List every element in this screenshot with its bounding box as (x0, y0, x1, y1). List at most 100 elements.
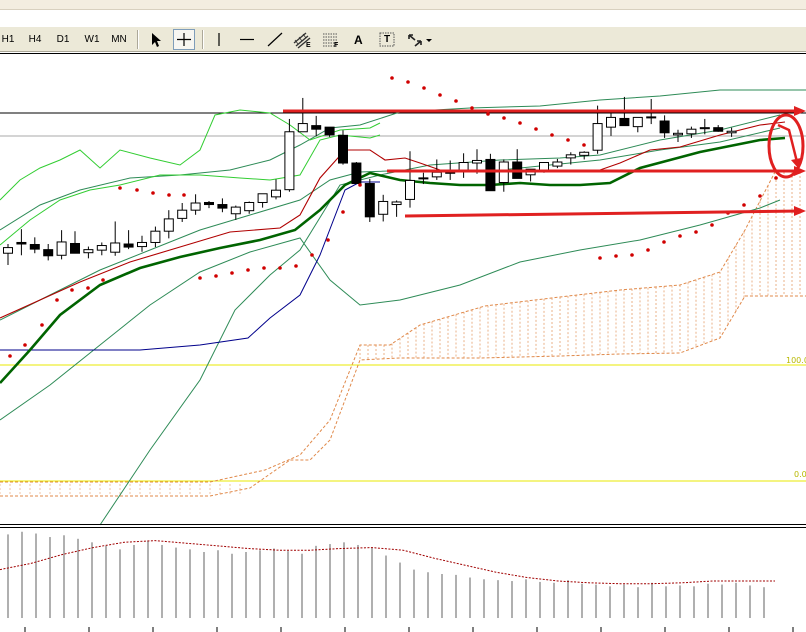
bullish-candle[interactable] (163, 218, 174, 232)
parabolic-sar-dot (534, 127, 538, 131)
parabolic-sar-dot (390, 76, 394, 80)
bullish-candle[interactable] (565, 154, 576, 159)
bullish-candle[interactable] (472, 159, 482, 164)
parabolic-sar-dot (470, 106, 474, 110)
bullish-candle[interactable] (539, 162, 549, 171)
bearish-candle[interactable] (659, 120, 670, 134)
bullish-candle[interactable] (405, 179, 415, 200)
parabolic-sar-dot (8, 354, 12, 358)
bullish-candle[interactable] (257, 193, 268, 203)
slow-moving-average-line (0, 136, 786, 384)
parabolic-sar-dot (86, 286, 90, 290)
bullish-candle[interactable] (646, 116, 657, 119)
bullish-candle[interactable] (83, 249, 94, 254)
parabolic-sar-dot (294, 264, 298, 268)
bullish-candle[interactable] (150, 230, 161, 243)
bullish-candle[interactable] (110, 242, 121, 253)
parabolic-sar-dot (214, 274, 218, 278)
parabolic-sar-dot (662, 240, 666, 244)
parabolic-sar-dot (358, 183, 362, 187)
bullish-candle[interactable] (552, 161, 563, 167)
bearish-candle[interactable] (311, 125, 322, 130)
bearish-candle[interactable] (338, 134, 348, 164)
parabolic-sar-dot (678, 234, 682, 238)
parabolic-sar-dot (486, 112, 490, 116)
parabolic-sar-dot (774, 176, 778, 180)
bullish-candle[interactable] (391, 201, 402, 206)
bearish-candle[interactable] (418, 177, 429, 180)
bullish-candle[interactable] (686, 128, 697, 135)
parabolic-sar-dot (230, 271, 234, 275)
bullish-candle[interactable] (190, 202, 201, 211)
parabolic-sar-dot (167, 193, 171, 197)
parabolic-sar-dot (710, 223, 714, 227)
parabolic-sar-dot (502, 116, 506, 120)
bullish-candle[interactable] (632, 116, 643, 128)
parabolic-sar-dot (310, 253, 314, 257)
bullish-candle[interactable] (673, 132, 683, 136)
bullish-candle[interactable] (177, 209, 188, 219)
bearish-candle[interactable] (364, 183, 375, 218)
bullish-candle[interactable] (297, 123, 308, 133)
bullish-candle[interactable] (378, 200, 389, 215)
parabolic-sar-dot (70, 288, 74, 292)
parabolic-sar-dot (438, 93, 442, 97)
signal-line (0, 540, 775, 585)
bearish-candle[interactable] (713, 127, 724, 132)
mid-band-line (0, 127, 781, 321)
bright-band-lower-line (0, 134, 381, 246)
bullish-candle[interactable] (230, 206, 241, 215)
bearish-candle[interactable] (217, 204, 228, 209)
parabolic-sar-dot (550, 133, 554, 137)
parabolic-sar-dot (135, 188, 139, 192)
parabolic-sar-dot (630, 253, 634, 257)
parabolic-sar-dot (326, 238, 330, 242)
parabolic-sar-dot (598, 256, 602, 260)
bullish-candle[interactable] (137, 241, 147, 248)
price-chart[interactable] (0, 0, 806, 632)
parabolic-sar-dot (198, 276, 202, 280)
bullish-candle[interactable] (96, 245, 107, 251)
bearish-candle[interactable] (123, 243, 134, 248)
parabolic-sar-dot (758, 194, 762, 198)
parabolic-sar-dot (246, 268, 250, 272)
bullish-candle[interactable] (606, 116, 616, 128)
bullish-candle[interactable] (271, 189, 281, 198)
cloud-lower-line (0, 295, 806, 497)
bearish-candle[interactable] (70, 242, 80, 254)
parabolic-sar-dot (646, 248, 650, 252)
bearish-candle[interactable] (485, 158, 496, 192)
bullish-candle[interactable] (699, 127, 710, 130)
parabolic-sar-dot (406, 80, 410, 84)
bearish-candle[interactable] (29, 244, 40, 250)
fib-level-0-label: 0.0 (794, 470, 806, 479)
parabolic-sar-dot (614, 254, 618, 258)
cloud-upper-line (0, 171, 776, 483)
bullish-candle[interactable] (244, 201, 255, 212)
parabolic-sar-dot (262, 266, 266, 270)
bright-band-upper-line (0, 109, 381, 201)
bearish-candle[interactable] (204, 201, 214, 206)
bearish-candle[interactable] (43, 249, 54, 257)
bearish-candle[interactable] (324, 126, 335, 136)
bullish-candle[interactable] (592, 123, 603, 151)
parabolic-sar-dot (454, 99, 458, 103)
bearish-candle[interactable] (351, 162, 362, 185)
bullish-candle[interactable] (726, 130, 737, 134)
bullish-candle[interactable] (3, 247, 13, 254)
bullish-candle[interactable] (56, 241, 67, 256)
bullish-candle[interactable] (579, 151, 590, 156)
parabolic-sar-dot (341, 210, 345, 214)
annotation-down-arrow (777, 123, 799, 163)
parabolic-sar-dot (518, 121, 522, 125)
annotation-arrowhead (794, 106, 806, 116)
parabolic-sar-dot (40, 323, 44, 327)
bullish-candle[interactable] (284, 131, 295, 191)
fib-level-100-label: 100.0 (786, 356, 806, 365)
bearish-candle[interactable] (619, 117, 630, 127)
parabolic-sar-dot (422, 86, 426, 90)
lower-envelope-line (0, 199, 781, 421)
bullish-candle[interactable] (431, 171, 442, 178)
bearish-candle[interactable] (16, 241, 27, 245)
parabolic-sar-dot (151, 191, 155, 195)
